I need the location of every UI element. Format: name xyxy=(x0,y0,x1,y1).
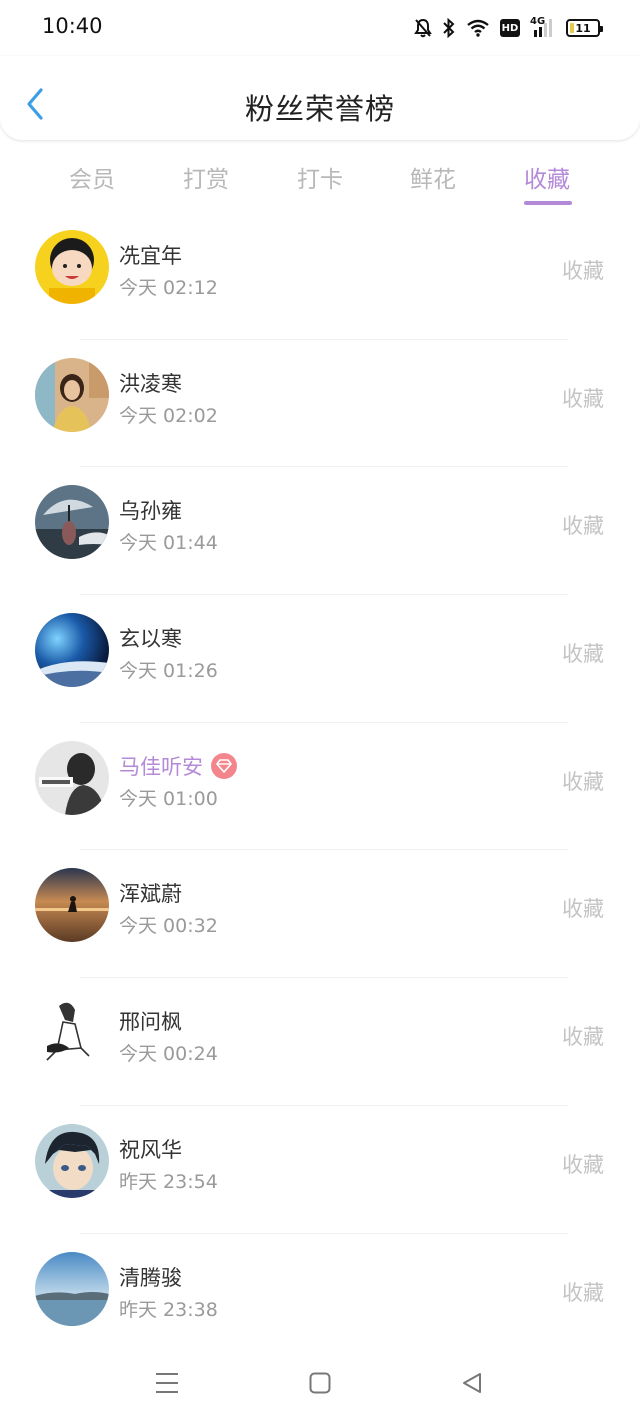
fan-time: 今天 01:00 xyxy=(119,787,218,810)
bluetooth-icon xyxy=(442,18,456,38)
action-label: 收藏 xyxy=(562,1152,604,1177)
status-bar: 10:40 HD 4G 11 xyxy=(0,0,640,56)
tab-member[interactable]: 会员 xyxy=(47,160,137,194)
fan-time: 今天 01:44 xyxy=(119,532,218,555)
tab-tip[interactable]: 打赏 xyxy=(161,160,251,194)
fan-name: 祝风华 xyxy=(119,1134,182,1164)
hd-badge: HD xyxy=(500,19,520,37)
back-nav-button[interactable] xyxy=(452,1368,492,1398)
list-item[interactable]: 冼宜年 今天 02:12 收藏 xyxy=(0,212,640,340)
mute-bell-icon xyxy=(414,18,432,38)
fan-name: 浑斌蔚 xyxy=(119,878,182,908)
fan-name-text: 浑斌蔚 xyxy=(119,882,182,907)
fan-name: 乌孙雍 xyxy=(119,495,182,525)
list-item[interactable]: 邢问枫 今天 00:24 收藏 xyxy=(0,978,640,1106)
fan-name: 邢问枫 xyxy=(119,1006,182,1036)
status-time: 10:40 xyxy=(42,14,103,38)
fan-name-text: 玄以寒 xyxy=(119,627,182,652)
fan-time: 今天 02:02 xyxy=(119,404,218,427)
fan-time: 今天 00:32 xyxy=(119,915,218,938)
avatar[interactable] xyxy=(35,613,109,688)
list-item[interactable]: 祝风华 昨天 23:54 收藏 xyxy=(0,1106,640,1234)
action-label: 收藏 xyxy=(562,514,604,539)
page-title: 粉丝荣誉榜 xyxy=(244,92,395,126)
fan-time: 昨天 23:38 xyxy=(119,1298,218,1321)
home-button[interactable] xyxy=(300,1368,340,1398)
fan-name-text: 清腾骏 xyxy=(119,1265,182,1290)
signal-icon: 4G xyxy=(530,16,556,38)
list-item[interactable]: 玄以寒 今天 01:26 收藏 xyxy=(0,595,640,723)
fan-name-text: 马佳听安 xyxy=(119,754,203,779)
triangle-back-icon xyxy=(463,1373,481,1393)
fan-name-text: 祝风华 xyxy=(119,1137,182,1162)
fan-name-text: 乌孙雍 xyxy=(119,499,182,524)
avatar[interactable] xyxy=(35,1251,109,1326)
action-label: 收藏 xyxy=(562,259,604,283)
action-label: 收藏 xyxy=(562,642,604,667)
fan-name: 冼宜年 xyxy=(119,240,182,270)
action-label: 收藏 xyxy=(562,1280,604,1305)
fan-name: 玄以寒 xyxy=(119,623,182,653)
action-label: 收藏 xyxy=(562,386,604,411)
menu-icon xyxy=(156,1373,178,1393)
action-label: 收藏 xyxy=(562,1025,604,1050)
fan-list: 冼宜年 今天 02:12 收藏 洪凌寒 今天 02:02 收藏 乌孙雍 今天 0… xyxy=(0,212,640,1361)
battery-level: 11 xyxy=(575,21,591,35)
fan-time: 今天 01:26 xyxy=(119,660,218,683)
fan-time: 今天 00:24 xyxy=(119,1043,218,1066)
status-icons: HD 4G 11 xyxy=(414,16,603,40)
battery-icon: 11 xyxy=(566,19,603,37)
header: 粉丝荣誉榜 xyxy=(0,56,640,140)
list-item[interactable]: 浑斌蔚 今天 00:32 收藏 xyxy=(0,850,640,979)
fan-name-text: 冼宜年 xyxy=(119,244,182,268)
fan-time: 昨天 23:54 xyxy=(119,1170,218,1193)
fan-name: 马佳听安 xyxy=(119,751,237,781)
list-item[interactable]: 清腾骏 昨天 23:38 收藏 xyxy=(0,1234,640,1362)
avatar[interactable] xyxy=(35,1123,109,1198)
menu-button[interactable] xyxy=(147,1368,187,1398)
tab-indicator xyxy=(524,201,572,205)
avatar[interactable] xyxy=(35,485,109,560)
square-icon xyxy=(309,1372,331,1394)
diamond-icon xyxy=(211,752,237,779)
avatar[interactable] xyxy=(35,868,109,943)
avatar[interactable] xyxy=(35,740,109,815)
tab-favorites-indicator-wrap xyxy=(502,150,592,210)
fan-name: 洪凌寒 xyxy=(119,368,182,398)
fan-name-text: 洪凌寒 xyxy=(119,371,182,396)
avatar[interactable] xyxy=(35,230,109,304)
fan-name-text: 邢问枫 xyxy=(119,1010,182,1035)
list-item[interactable]: 乌孙雍 今天 01:44 收藏 xyxy=(0,467,640,596)
list-item[interactable]: 洪凌寒 今天 02:02 收藏 xyxy=(0,340,640,468)
list-item[interactable]: 马佳听安 今天 01:00 收藏 xyxy=(0,723,640,851)
avatar[interactable] xyxy=(35,357,109,432)
fan-name: 清腾骏 xyxy=(119,1262,182,1292)
tab-checkin[interactable]: 打卡 xyxy=(275,160,365,194)
tab-flowers[interactable]: 鲜花 xyxy=(388,160,478,194)
avatar[interactable] xyxy=(35,996,109,1071)
action-label: 收藏 xyxy=(562,769,604,794)
fan-time: 今天 02:12 xyxy=(119,277,218,299)
action-label: 收藏 xyxy=(562,897,604,922)
system-nav-bar xyxy=(0,1352,640,1422)
wifi-icon xyxy=(466,19,490,37)
tab-bar: 会员 打赏 打卡 鲜花 收藏 xyxy=(0,150,640,210)
